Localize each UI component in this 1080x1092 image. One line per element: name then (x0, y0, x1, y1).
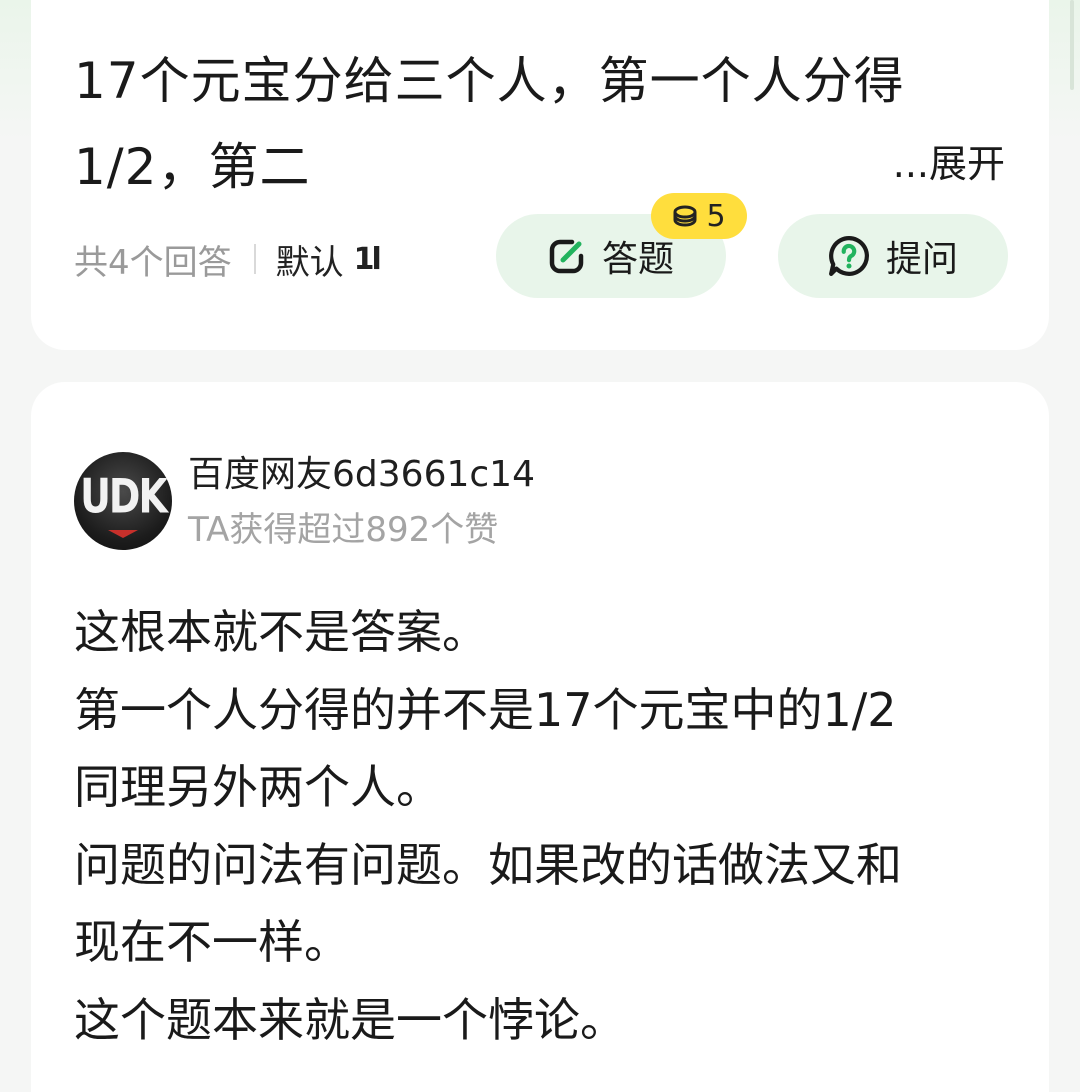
ask-button-label: 提问 (885, 239, 958, 280)
author-name[interactable]: 百度网友6d3661c14 (188, 450, 535, 500)
answer-line: 问题的问法有问题。如果改的话做法又和 (74, 837, 902, 892)
reward-amount: 5 (706, 198, 726, 234)
scroll-indicator (1070, 0, 1074, 90)
avatar-logo-text: UDK (80, 468, 168, 524)
avatar-chevron-icon (108, 530, 138, 538)
answer-line: 这根本就不是答案。 (74, 605, 488, 659)
question-card: 17个元宝分给三个人，第一个人分得1/2，第二 ...展开 共4个回答 默认 1… (31, 0, 1049, 350)
coin-stack-icon (673, 205, 697, 227)
reward-badge: 5 (651, 193, 747, 239)
answer-card: UDK 百度网友6d3661c14 TA获得超过892个赞 这根本就不是答案。 … (31, 382, 1049, 1092)
answer-line: 同理另外两个人。 (74, 760, 442, 814)
question-bubble-icon (829, 236, 869, 276)
sort-toggle-icon: 1l (353, 241, 382, 277)
answer-line: 第一个人分得的并不是17个元宝中的1/2 (74, 682, 897, 737)
edit-icon (549, 239, 584, 274)
answer-button-label: 答题 (601, 239, 674, 280)
sort-selector[interactable]: 默认 1l (275, 235, 382, 284)
sort-label: 默认 (275, 242, 344, 283)
question-meta: 共4个回答 默认 1l (74, 234, 382, 284)
answer-body: 这根本就不是答案。 第一个人分得的并不是17个元宝中的1/2 同理另外两个人。 … (74, 594, 1014, 1059)
avatar[interactable]: UDK (74, 452, 172, 550)
expand-link[interactable]: ...展开 (893, 139, 1005, 189)
answer-count: 共4个回答 (74, 242, 232, 283)
meta-divider (253, 244, 256, 274)
page: 17个元宝分给三个人，第一个人分得1/2，第二 ...展开 共4个回答 默认 1… (0, 0, 1080, 1092)
answer-line: 现在不一样。 (74, 915, 350, 969)
question-title[interactable]: 17个元宝分给三个人，第一个人分得1/2，第二 (74, 38, 994, 210)
author-likes: TA获得超过892个赞 (188, 510, 499, 550)
answer-line: 这个题本来就是一个悖论。 (74, 992, 626, 1047)
ask-button[interactable]: 提问 (778, 214, 1008, 298)
